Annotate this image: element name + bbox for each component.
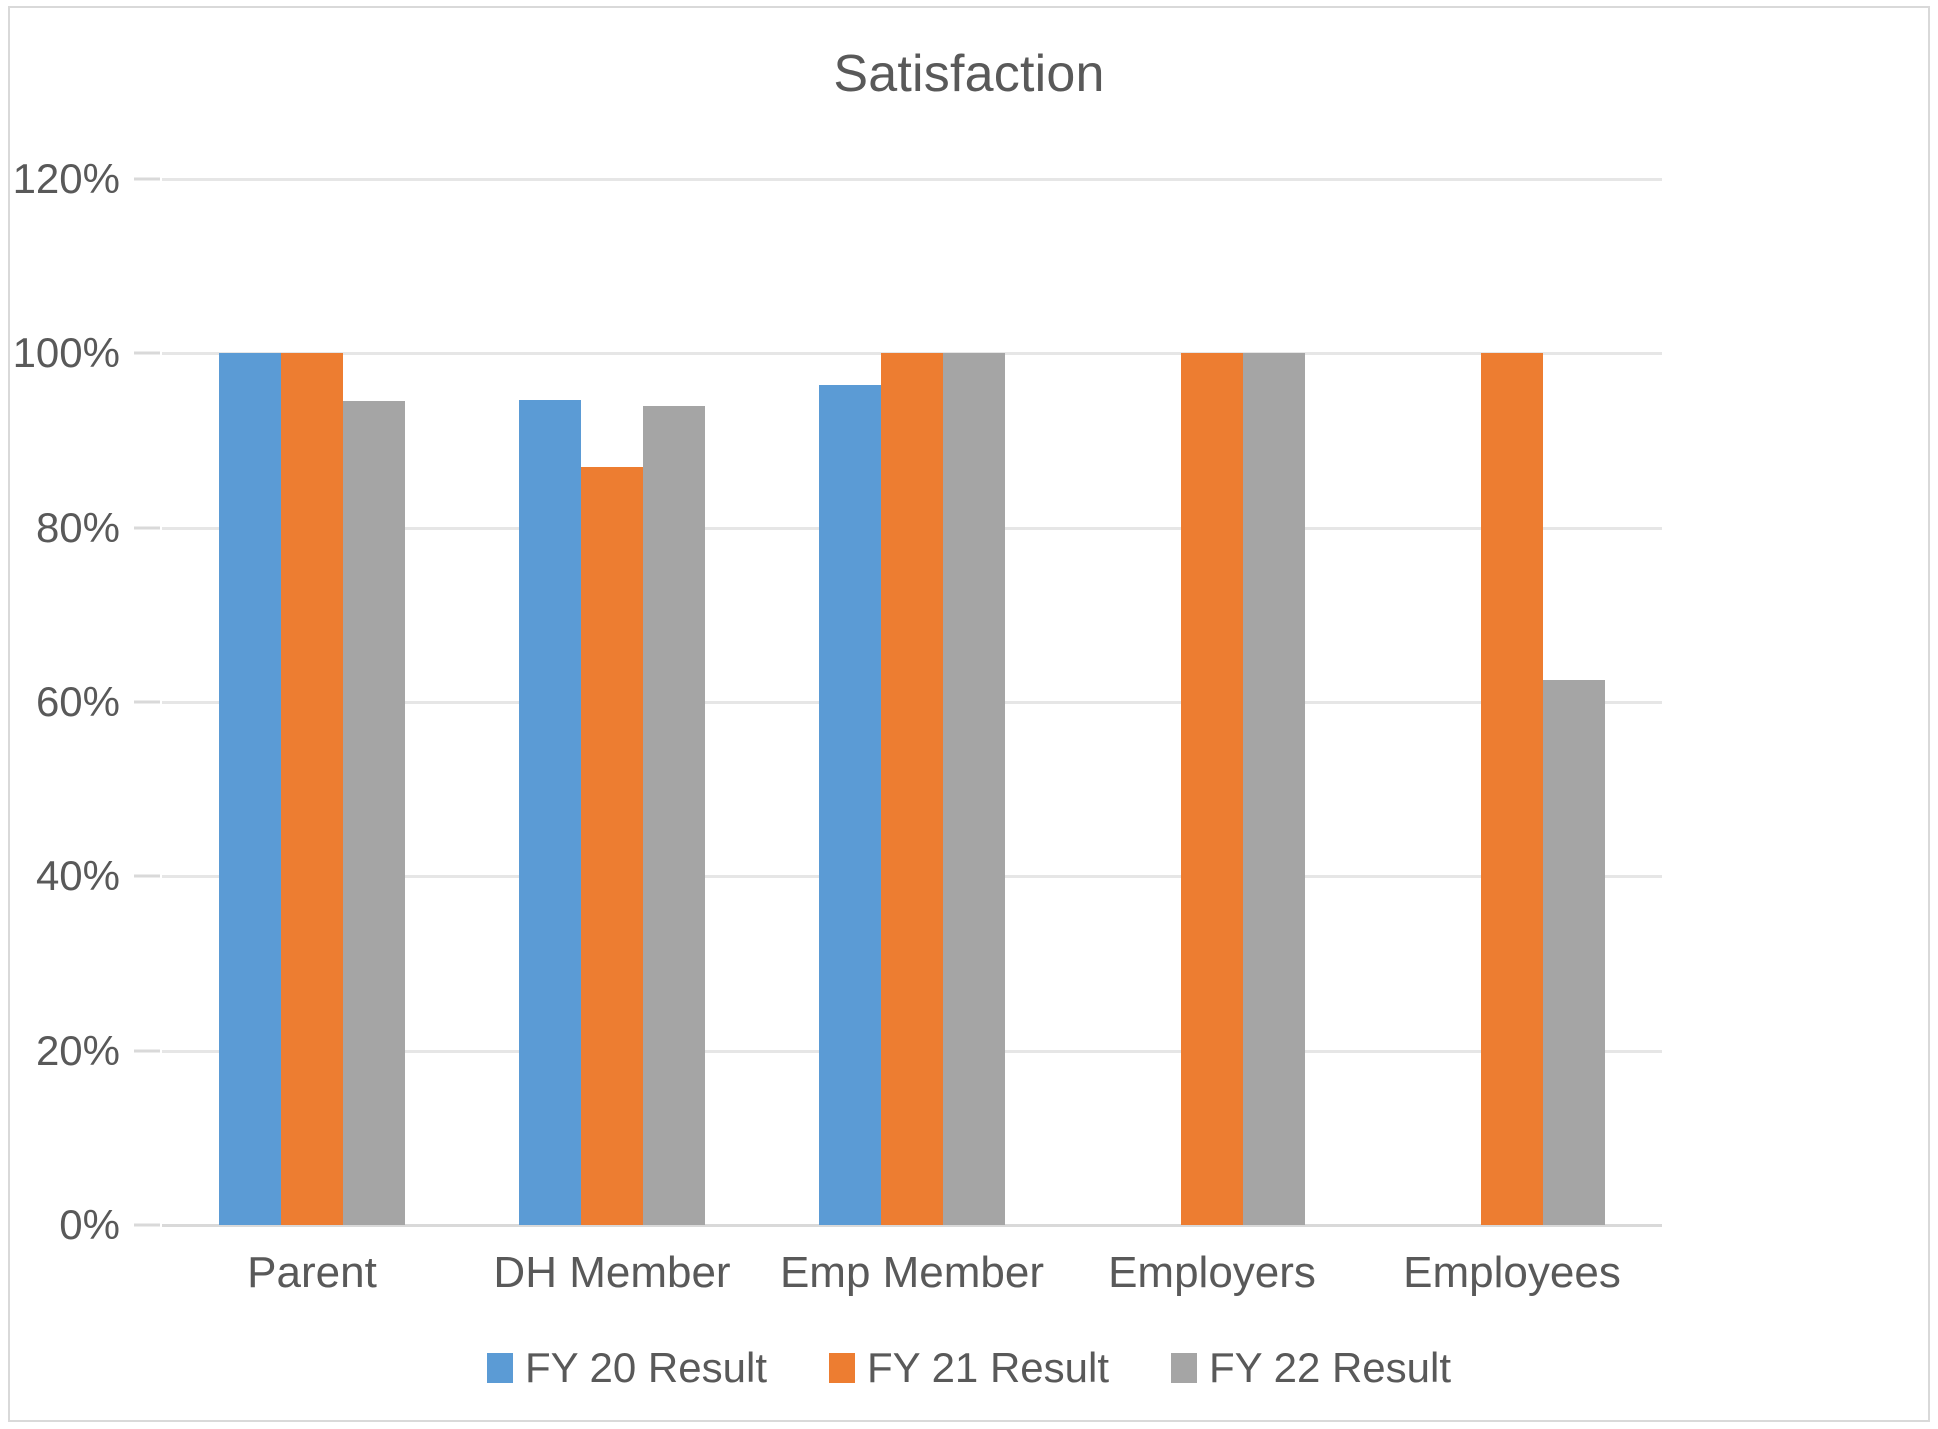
x-axis-label: DH Member xyxy=(493,1248,731,1297)
y-axis-tick-marks xyxy=(134,177,162,1227)
chart-frame: Satisfaction 120% 100% 80% 60% 40% 20% 0% Pare… xyxy=(8,6,1930,1422)
x-axis-labels: Parent DH Member Emp Member Employers Employ… xyxy=(162,1248,1662,1318)
bar[interactable] xyxy=(281,353,343,1225)
bar[interactable] xyxy=(819,384,881,1225)
y-axis-tick xyxy=(134,1049,160,1053)
y-axis-tick xyxy=(134,177,160,181)
y-axis-tick xyxy=(134,700,160,704)
legend-item[interactable]: FY 20 Result xyxy=(486,1344,767,1392)
y-axis-label: 40% xyxy=(35,852,120,900)
bar[interactable] xyxy=(219,353,281,1225)
x-axis-label: Employers xyxy=(1108,1248,1316,1297)
y-axis-tick xyxy=(134,1223,160,1227)
legend-swatch-icon xyxy=(1171,1353,1197,1383)
legend-item[interactable]: FY 21 Result xyxy=(828,1344,1109,1392)
x-axis-label: Parent xyxy=(247,1248,377,1297)
bar[interactable] xyxy=(643,405,705,1225)
legend-swatch-icon xyxy=(486,1353,513,1383)
legend-label: FY 21 Result xyxy=(866,1344,1109,1391)
legend-label: FY 22 Result xyxy=(1209,1344,1452,1391)
bar[interactable] xyxy=(1181,353,1243,1225)
legend-label: FY 20 Result xyxy=(524,1344,767,1391)
y-axis-label: 80% xyxy=(35,503,120,551)
y-axis-tick xyxy=(134,351,160,355)
bar[interactable] xyxy=(1481,353,1543,1225)
x-axis-label: Emp Member xyxy=(779,1248,1045,1297)
bar-group xyxy=(819,179,1005,1225)
bar-group xyxy=(219,179,405,1225)
bar-group xyxy=(1119,179,1305,1225)
y-axis-labels: 120% 100% 80% 60% 40% 20% 0% xyxy=(10,155,142,1248)
chart-title: Satisfaction xyxy=(833,45,1105,103)
y-axis-label: 0% xyxy=(59,1201,120,1248)
bar[interactable] xyxy=(1543,680,1605,1225)
bar[interactable] xyxy=(881,353,943,1225)
y-axis-tick xyxy=(134,874,160,878)
bar[interactable] xyxy=(581,466,643,1225)
y-axis-label: 120% xyxy=(12,155,120,202)
bar[interactable] xyxy=(343,401,405,1225)
y-axis-tick xyxy=(134,526,160,530)
y-axis-label: 60% xyxy=(35,678,120,725)
x-axis-label: Employees xyxy=(1403,1248,1621,1297)
bar-group xyxy=(1419,179,1605,1225)
bar[interactable] xyxy=(519,399,581,1225)
legend-swatch-icon xyxy=(828,1353,855,1383)
bar-group xyxy=(519,179,705,1225)
y-axis-label: 100% xyxy=(12,329,120,377)
bar[interactable] xyxy=(943,353,1005,1225)
legend-item[interactable]: FY 22 Result xyxy=(1171,1344,1451,1392)
y-axis-label: 20% xyxy=(35,1026,120,1074)
bars-layer xyxy=(162,179,1662,1225)
chart-page: Satisfaction 120% 100% 80% 60% 40% 20% 0% Pare… xyxy=(0,0,1938,1429)
chart-legend: FY 20 Result FY 21 Result FY 22 Result xyxy=(10,1344,1928,1392)
bar[interactable] xyxy=(1243,353,1305,1225)
